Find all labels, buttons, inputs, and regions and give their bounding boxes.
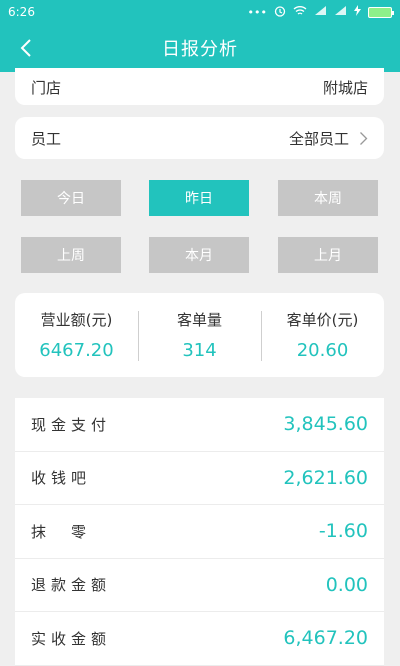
detail-label: 退款金额	[31, 576, 112, 595]
summary-label: 营业额(元)	[40, 311, 113, 329]
detail-label: 收钱吧	[31, 469, 92, 488]
status-time: 6:26	[8, 5, 35, 19]
detail-row-shouqianba: 收钱吧 2,621.60	[15, 452, 384, 505]
range-button-yesterday[interactable]: 昨日	[149, 180, 249, 216]
detail-amount: 0.00	[325, 573, 368, 596]
store-label: 门店	[31, 79, 62, 97]
detail-label: 实收金额	[31, 629, 112, 648]
staff-value: 全部员工	[288, 129, 349, 148]
detail-amount: 3,845.60	[283, 413, 368, 436]
payment-detail-list: 现金支付 3,845.60 收钱吧 2,621.60 抹 零 -1.60 退款金…	[15, 398, 384, 666]
detail-label: 抹 零	[31, 522, 92, 541]
detail-amount: 6,467.20	[283, 627, 368, 650]
staff-card: 员工 全部员工	[15, 117, 384, 159]
chevron-right-icon	[359, 131, 368, 146]
signal-icon	[334, 5, 347, 19]
store-card: 门店 附城店	[15, 68, 384, 105]
chevron-left-icon	[20, 39, 31, 57]
status-bar: 6:26 •••	[0, 0, 400, 24]
signal-icon	[314, 5, 327, 19]
range-button-last-week[interactable]: 上周	[21, 237, 121, 273]
detail-amount: 2,621.60	[283, 466, 368, 489]
detail-amount: -1.60	[318, 520, 368, 543]
summary-avg-order: 客单价(元) 20.60	[261, 293, 384, 377]
summary-value: 20.60	[296, 340, 349, 361]
status-icons: •••	[247, 5, 394, 20]
detail-row-rounding: 抹 零 -1.60	[15, 505, 384, 559]
range-button-this-month[interactable]: 本月	[149, 237, 249, 273]
nav-bar: 日报分析	[0, 24, 400, 72]
alarm-icon	[274, 5, 286, 20]
range-button-today[interactable]: 今日	[21, 180, 121, 216]
dots-icon: •••	[247, 5, 267, 19]
staff-selector[interactable]: 员工 全部员工	[15, 117, 384, 159]
staff-value-wrap: 全部员工	[289, 128, 368, 149]
summary-order-count: 客单量 314	[138, 293, 261, 377]
back-button[interactable]	[10, 32, 42, 64]
staff-label: 员工	[31, 129, 62, 148]
summary-label: 客单价(元)	[286, 311, 359, 329]
battery-icon	[368, 6, 394, 18]
store-row: 门店 附城店	[15, 68, 384, 105]
wifi-icon	[293, 5, 307, 19]
summary-revenue: 营业额(元) 6467.20	[15, 293, 138, 377]
store-value: 附城店	[322, 79, 368, 97]
range-button-this-week[interactable]: 本周	[278, 180, 378, 216]
summary-label: 客单量	[176, 311, 222, 329]
detail-label: 现金支付	[31, 415, 112, 434]
detail-row-refund: 退款金额 0.00	[15, 559, 384, 612]
detail-row-net-received: 实收金额 6,467.20	[15, 612, 384, 666]
summary-value: 6467.20	[39, 340, 114, 361]
charging-icon	[354, 5, 361, 19]
summary-card: 营业额(元) 6467.20 客单量 314 客单价(元) 20.60	[15, 293, 384, 377]
summary-value: 314	[182, 340, 217, 361]
detail-row-cash: 现金支付 3,845.60	[15, 398, 384, 452]
page-title: 日报分析	[162, 39, 238, 60]
range-button-last-month[interactable]: 上月	[278, 237, 378, 273]
